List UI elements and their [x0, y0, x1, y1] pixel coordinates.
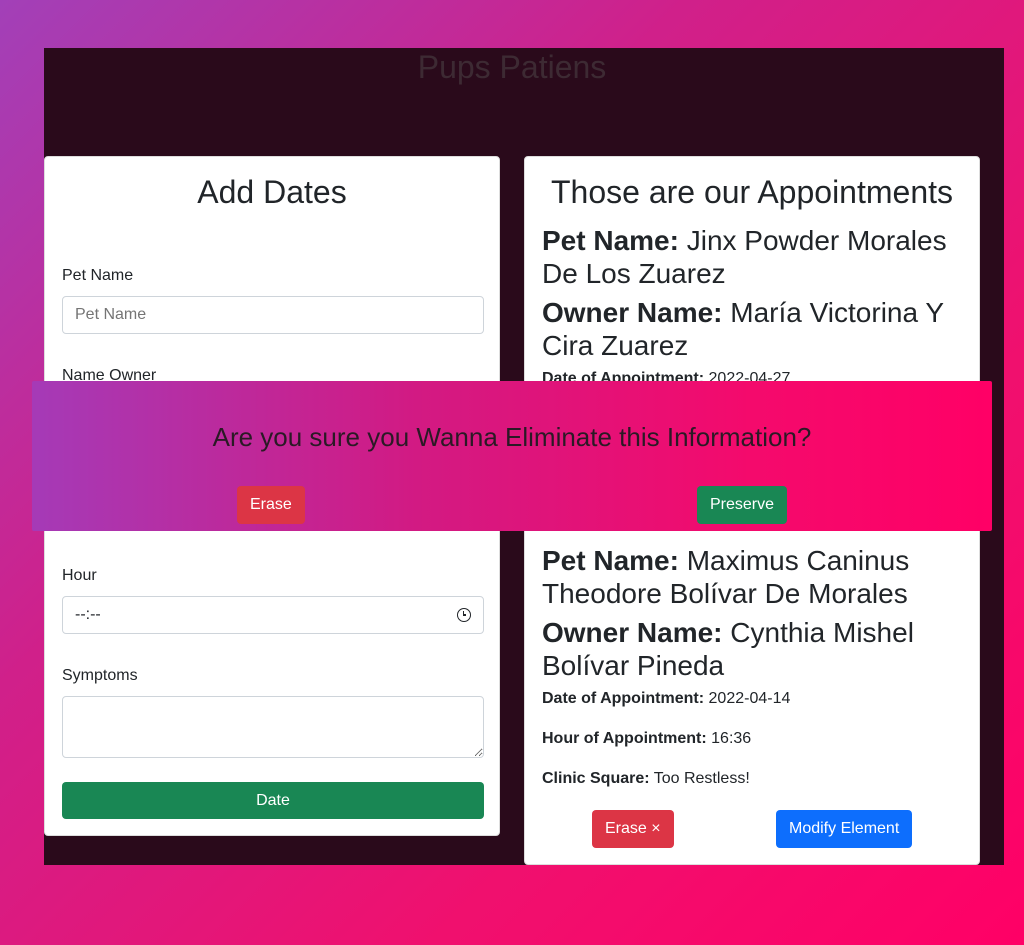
confirm-delete-modal: Are you sure you Wanna Eliminate this In…	[32, 381, 992, 531]
erase-appointment-button[interactable]: Erase ×	[592, 810, 674, 848]
owner-name-label: Owner Name:	[542, 297, 723, 328]
app-title: Pups Patiens	[417, 49, 607, 85]
clock-icon[interactable]	[457, 608, 471, 622]
modal-message: Are you sure you Wanna Eliminate this In…	[212, 422, 812, 452]
form-title: Add Dates	[197, 174, 347, 210]
appointment-card-2: Pet Name: Maximus Caninus Theodore Bolív…	[542, 545, 962, 809]
date-row: Date of Appointment: 2022-04-14	[542, 689, 962, 709]
owner-name-row: Owner Name: María Victorina Y Cira Zuare…	[542, 297, 962, 362]
modal-erase-button[interactable]: Erase	[237, 486, 305, 524]
clinic-row: Clinic Square: Too Restless!	[542, 769, 962, 789]
symptoms-textarea[interactable]	[62, 696, 484, 758]
modal-preserve-button[interactable]: Preserve	[697, 486, 788, 524]
clinic-label: Clinic Square:	[542, 770, 650, 787]
pet-name-label: Pet Name:	[542, 225, 679, 256]
hour-input[interactable]: --:--	[62, 596, 484, 634]
pet-name-input[interactable]	[62, 296, 484, 334]
clinic-value: Too Restless!	[653, 770, 750, 787]
owner-name-label: Owner Name:	[542, 617, 723, 648]
symptoms-label: Symptoms	[62, 667, 138, 684]
date-label: Date of Appointment:	[542, 690, 705, 707]
pet-name-row: Pet Name: Maximus Caninus Theodore Bolív…	[542, 545, 962, 610]
hour-value: 16:36	[711, 730, 752, 747]
pet-name-label: Pet Name	[62, 267, 134, 284]
date-submit-button[interactable]: Date	[62, 782, 484, 819]
pet-name-row: Pet Name: Jinx Powder Morales De Los Zua…	[542, 225, 962, 290]
hour-label: Hour	[62, 567, 97, 584]
hour-value: --:--	[75, 606, 101, 623]
date-value: 2022-04-14	[708, 690, 791, 707]
modify-element-button[interactable]: Modify Element	[776, 810, 913, 848]
hour-row: Hour of Appointment: 16:36	[542, 729, 962, 749]
owner-name-row: Owner Name: Cynthia Mishel Bolívar Pined…	[542, 617, 962, 682]
list-title: Those are our Appointments	[550, 174, 953, 210]
hour-label: Hour of Appointment:	[542, 730, 707, 747]
pet-name-label: Pet Name:	[542, 545, 679, 576]
